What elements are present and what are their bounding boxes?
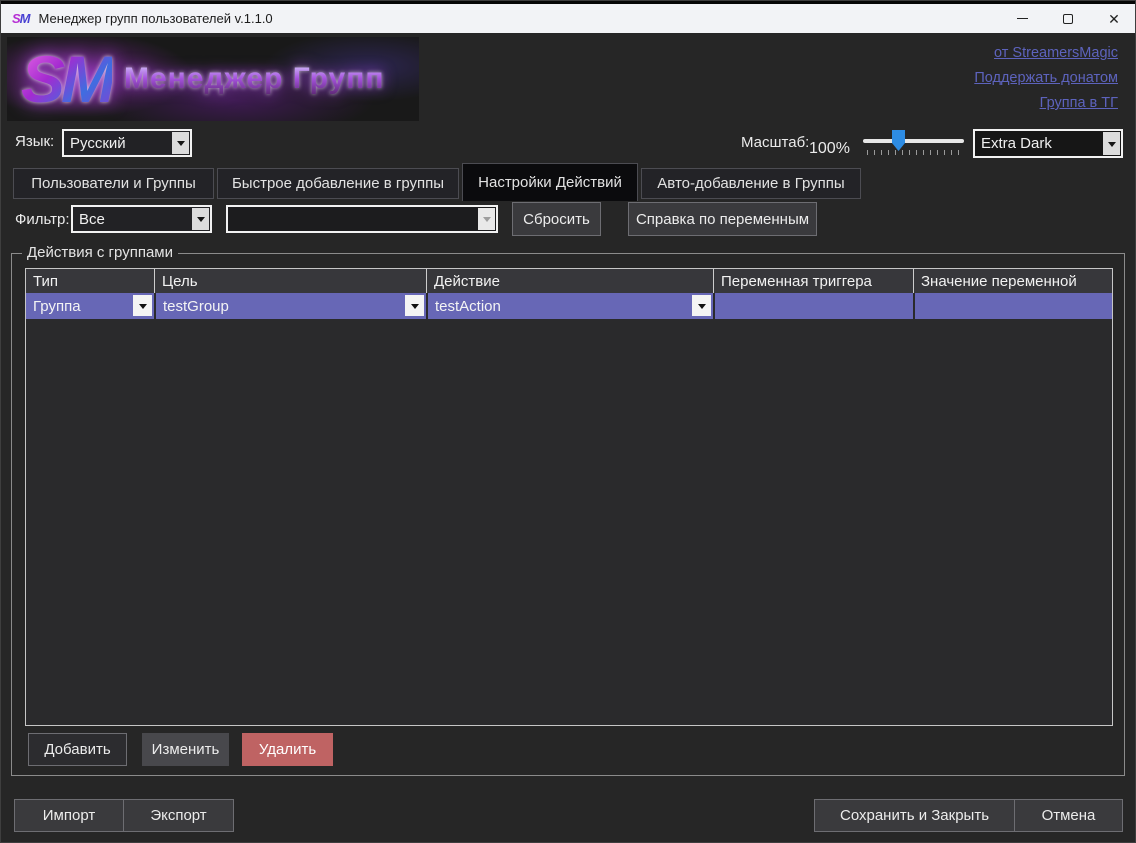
theme-select[interactable]: Extra Dark — [973, 129, 1123, 158]
language-select[interactable]: Русский — [62, 129, 192, 157]
link-author[interactable]: от StreamersMagic — [974, 45, 1118, 61]
chevron-down-icon — [478, 208, 495, 230]
cell-target-select[interactable]: testGroup — [154, 293, 426, 319]
filter-label: Фильтр: — [15, 211, 70, 228]
tab-action-settings[interactable]: Настройки Действий — [462, 163, 638, 201]
cell-action-value: testAction — [435, 298, 501, 315]
import-button[interactable]: Импорт — [14, 799, 124, 832]
filter-type-select[interactable]: Все — [71, 205, 212, 233]
cell-type-value: Группа — [33, 298, 81, 315]
tab-auto-add[interactable]: Авто-добавление в Группы — [641, 168, 861, 199]
brand-logo-caption: Менеджер Групп — [124, 62, 384, 96]
column-header-action[interactable]: Действие — [426, 269, 713, 293]
chevron-down-icon — [192, 208, 209, 230]
link-telegram-group[interactable]: Группа в ТГ — [974, 95, 1118, 111]
column-header-variable-value[interactable]: Значение переменной — [913, 269, 1112, 293]
cell-target-value: testGroup — [163, 298, 229, 315]
filter-type-value: Все — [79, 211, 105, 228]
close-button[interactable]: ✕ — [1091, 4, 1136, 33]
cell-action-select[interactable]: testAction — [426, 293, 713, 319]
column-header-target[interactable]: Цель — [154, 269, 426, 293]
language-select-value: Русский — [70, 135, 126, 152]
chevron-down-icon — [133, 295, 152, 316]
app-window: SM Менеджер групп пользователей v.1.1.0 … — [0, 0, 1136, 843]
save-and-close-button[interactable]: Сохранить и Закрыть — [814, 799, 1015, 832]
link-donate[interactable]: Поддержать донатом — [974, 70, 1118, 86]
minimize-button[interactable] — [999, 4, 1045, 33]
theme-select-value: Extra Dark — [981, 135, 1052, 152]
cell-variable-value[interactable] — [913, 293, 1112, 319]
scale-slider-thumb[interactable] — [892, 130, 905, 151]
actions-table: Тип Цель Действие Переменная триггера Зн… — [25, 268, 1113, 726]
titlebar[interactable]: SM Менеджер групп пользователей v.1.1.0 … — [1, 4, 1136, 33]
app-logo-icon-m: M — [20, 11, 30, 26]
scale-slider-ticks — [867, 150, 962, 155]
tab-label: Авто-добавление в Группы — [657, 175, 844, 192]
scale-label: Масштаб: — [741, 134, 809, 151]
add-action-button[interactable]: Добавить — [28, 733, 127, 766]
actions-table-header: Тип Цель Действие Переменная триггера Зн… — [26, 269, 1112, 293]
group-actions-title: Действия с группами — [22, 244, 178, 261]
app-logo-icon: SM — [12, 11, 30, 26]
variables-help-button[interactable]: Справка по переменным — [628, 202, 817, 236]
tab-label: Настройки Действий — [478, 174, 622, 191]
chevron-down-icon — [692, 295, 711, 316]
delete-action-button[interactable]: Удалить — [242, 733, 333, 766]
maximize-button[interactable] — [1045, 4, 1091, 33]
column-header-trigger-variable[interactable]: Переменная триггера — [713, 269, 913, 293]
tab-quick-add[interactable]: Быстрое добавление в группы — [217, 168, 459, 199]
minimize-icon — [1017, 18, 1028, 19]
export-button[interactable]: Экспорт — [123, 799, 234, 832]
external-links: от StreamersMagic Поддержать донатом Гру… — [974, 45, 1118, 120]
edit-action-button[interactable]: Изменить — [142, 733, 229, 766]
brand-logo: SM Менеджер Групп — [7, 37, 419, 121]
cell-type-select[interactable]: Группа — [26, 293, 154, 319]
scale-slider-track[interactable] — [863, 139, 964, 143]
scale-value: 100% — [809, 140, 850, 158]
app-logo-icon-s: S — [12, 11, 20, 26]
cancel-button[interactable]: Отмена — [1014, 799, 1123, 832]
cell-trigger-variable[interactable] — [713, 293, 913, 319]
group-actions-box: Действия с группами Тип Цель Действие Пе… — [11, 253, 1125, 776]
brand-logo-sm: SM — [21, 41, 112, 117]
chevron-down-icon — [1103, 132, 1120, 155]
reset-filter-button[interactable]: Сбросить — [512, 202, 601, 236]
close-icon: ✕ — [1108, 12, 1120, 26]
language-label: Язык: — [15, 133, 54, 150]
filter-variable-select[interactable] — [226, 205, 498, 233]
table-row-selected[interactable]: Группа testGroup testAction — [26, 293, 1112, 319]
tab-users-and-groups[interactable]: Пользователи и Группы — [13, 168, 214, 199]
tab-label: Быстрое добавление в группы — [232, 175, 444, 192]
window-title: Менеджер групп пользователей v.1.1.0 — [39, 11, 273, 26]
chevron-down-icon — [405, 295, 424, 316]
tab-label: Пользователи и Группы — [31, 175, 196, 192]
column-header-type[interactable]: Тип — [26, 269, 154, 293]
maximize-icon — [1063, 14, 1073, 24]
chevron-down-icon — [172, 132, 189, 154]
window-controls: ✕ — [999, 4, 1136, 33]
